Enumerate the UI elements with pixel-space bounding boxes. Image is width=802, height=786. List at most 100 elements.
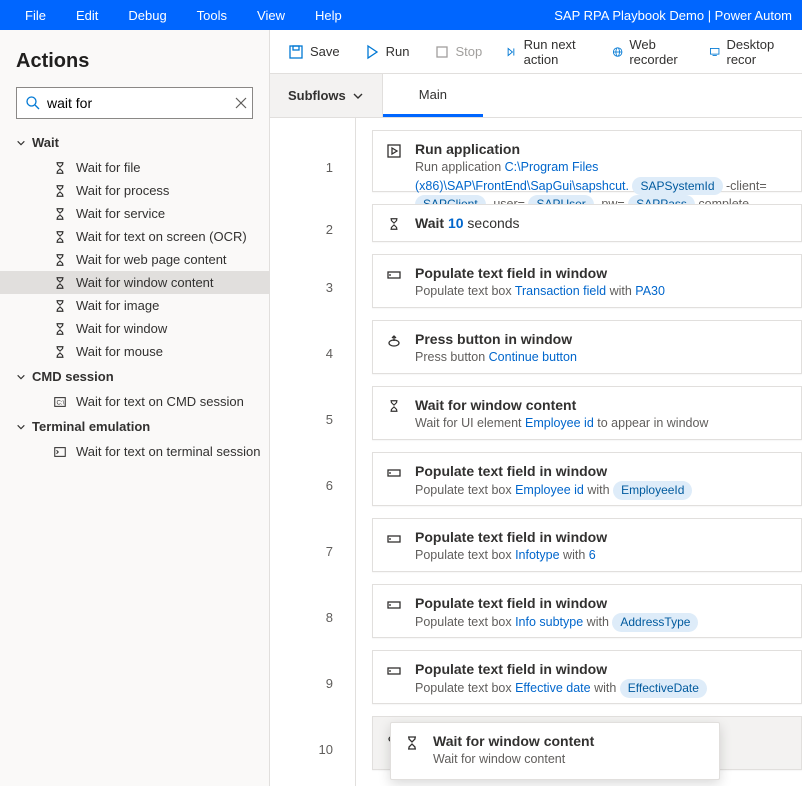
run-button[interactable]: Run: [354, 38, 420, 66]
chevron-down-icon: [16, 422, 26, 432]
step-card[interactable]: Populate text field in window Populate te…: [372, 650, 802, 704]
subflows-dropdown[interactable]: Subflows: [270, 74, 383, 117]
floating-action-card[interactable]: Wait for window content Wait for window …: [390, 722, 720, 780]
step-number: 3: [270, 254, 355, 320]
step-card[interactable]: Press button in window Press button Conti…: [372, 320, 802, 374]
tree-item[interactable]: Wait for image: [0, 294, 269, 317]
steps-list: Run applicationRun application C:\Progra…: [356, 118, 802, 786]
chevron-down-icon: [352, 90, 364, 102]
tab-main[interactable]: Main: [383, 74, 483, 117]
menu-tools[interactable]: Tools: [182, 8, 242, 23]
step-card[interactable]: Populate text field in window Populate te…: [372, 584, 802, 638]
tree-item[interactable]: Wait for mouse: [0, 340, 269, 363]
step-card[interactable]: Populate text field in window Populate te…: [372, 452, 802, 506]
toolbar: Save Run Stop Run next action Web record…: [270, 30, 802, 74]
step-card[interactable]: Populate text field in windowPopulate te…: [372, 518, 802, 572]
chevron-down-icon: [16, 138, 26, 148]
tree-item[interactable]: Wait for window content: [0, 271, 269, 294]
press-icon: [385, 331, 403, 349]
step-title: Populate text field in window: [415, 463, 789, 479]
floating-card-title: Wait for window content: [433, 733, 707, 749]
run-icon: [364, 44, 380, 60]
tree-item[interactable]: C:\Wait for text on CMD session: [0, 390, 269, 413]
menu-view[interactable]: View: [242, 8, 300, 23]
tree-item[interactable]: Wait for service: [0, 202, 269, 225]
svg-text:C:\: C:\: [57, 399, 65, 406]
run-next-button[interactable]: Run next action: [496, 31, 598, 73]
sidebar-title: Actions: [0, 40, 269, 87]
step-title: Populate text field in window: [415, 661, 789, 677]
step-number: 1: [270, 130, 355, 204]
step-desc: Press button Continue button: [415, 349, 789, 367]
floating-card-desc: Wait for window content: [433, 751, 707, 769]
search-box[interactable]: [16, 87, 253, 119]
run-next-icon: [506, 44, 517, 60]
hourglass-icon: [403, 733, 421, 751]
item-icon: [52, 230, 68, 244]
subflows-row: Subflows Main: [270, 74, 802, 118]
step-card[interactable]: Populate text field in window Populate te…: [372, 254, 802, 308]
menu-edit[interactable]: Edit: [61, 8, 113, 23]
search-input[interactable]: [41, 95, 234, 111]
tree-item[interactable]: Wait for text on screen (OCR): [0, 225, 269, 248]
item-icon: [52, 276, 68, 290]
tree-group-terminal-emulation[interactable]: Terminal emulation: [0, 413, 269, 440]
menubar: FileEditDebugToolsViewHelp SAP RPA Playb…: [0, 0, 802, 30]
globe-icon: [612, 44, 623, 60]
play-box-icon: [385, 141, 403, 159]
tree-item[interactable]: Wait for window: [0, 317, 269, 340]
step-title: Populate text field in window: [415, 265, 789, 281]
step-title: Populate text field in window: [415, 595, 789, 611]
step-title: Run application: [415, 141, 789, 157]
step-title: Wait 10 seconds: [415, 215, 789, 231]
step-number-gutter: 12345678910: [270, 118, 356, 786]
step-desc: Wait for UI element Employee id to appea…: [415, 415, 789, 433]
step-card[interactable]: Wait 10 seconds: [372, 204, 802, 242]
step-desc: Populate text box Effective date with Ef…: [415, 679, 789, 698]
item-icon: C:\: [52, 395, 68, 409]
step-number: 9: [270, 650, 355, 716]
web-recorder-button[interactable]: Web recorder: [602, 31, 695, 73]
item-icon: [52, 445, 68, 459]
tree-item[interactable]: Wait for process: [0, 179, 269, 202]
menu-file[interactable]: File: [10, 8, 61, 23]
item-icon: [52, 253, 68, 267]
stop-button: Stop: [424, 38, 493, 66]
textbox-icon: [385, 529, 403, 547]
clear-icon[interactable]: [234, 96, 248, 110]
hourglass-icon: [385, 397, 403, 413]
step-title: Press button in window: [415, 331, 789, 347]
item-icon: [52, 161, 68, 175]
item-icon: [52, 322, 68, 336]
hourglass-icon: [385, 215, 403, 231]
step-number: 10: [270, 716, 355, 782]
desktop-recorder-button[interactable]: Desktop recor: [699, 31, 794, 73]
tree-group-wait[interactable]: Wait: [0, 129, 269, 156]
step-card[interactable]: Wait for window contentWait for UI eleme…: [372, 386, 802, 440]
step-card[interactable]: Run applicationRun application C:\Progra…: [372, 130, 802, 192]
textbox-icon: [385, 463, 403, 481]
step-desc: Populate text box Info subtype with Addr…: [415, 613, 789, 632]
step-desc: Populate text box Transaction field with…: [415, 283, 789, 301]
tree-item[interactable]: Wait for file: [0, 156, 269, 179]
textbox-icon: [385, 595, 403, 613]
tree-item[interactable]: Wait for web page content: [0, 248, 269, 271]
step-desc: Populate text box Infotype with 6: [415, 547, 789, 565]
step-number: 7: [270, 518, 355, 584]
textbox-icon: [385, 661, 403, 679]
menu-help[interactable]: Help: [300, 8, 357, 23]
actions-sidebar: Actions WaitWait for fileWait for proces…: [0, 30, 270, 786]
step-desc: Populate text box Employee id with Emplo…: [415, 481, 789, 500]
item-icon: [52, 345, 68, 359]
step-number: 4: [270, 320, 355, 386]
save-button[interactable]: Save: [278, 38, 350, 66]
textbox-icon: [385, 265, 403, 283]
app-title: SAP RPA Playbook Demo | Power Autom: [534, 8, 792, 23]
tree-group-cmd-session[interactable]: CMD session: [0, 363, 269, 390]
tree-item[interactable]: Wait for text on terminal session: [0, 440, 269, 463]
item-icon: [52, 184, 68, 198]
chevron-down-icon: [16, 372, 26, 382]
menu-debug[interactable]: Debug: [113, 8, 181, 23]
flow-area: 12345678910 Run applicationRun applicati…: [270, 118, 802, 786]
item-icon: [52, 207, 68, 221]
